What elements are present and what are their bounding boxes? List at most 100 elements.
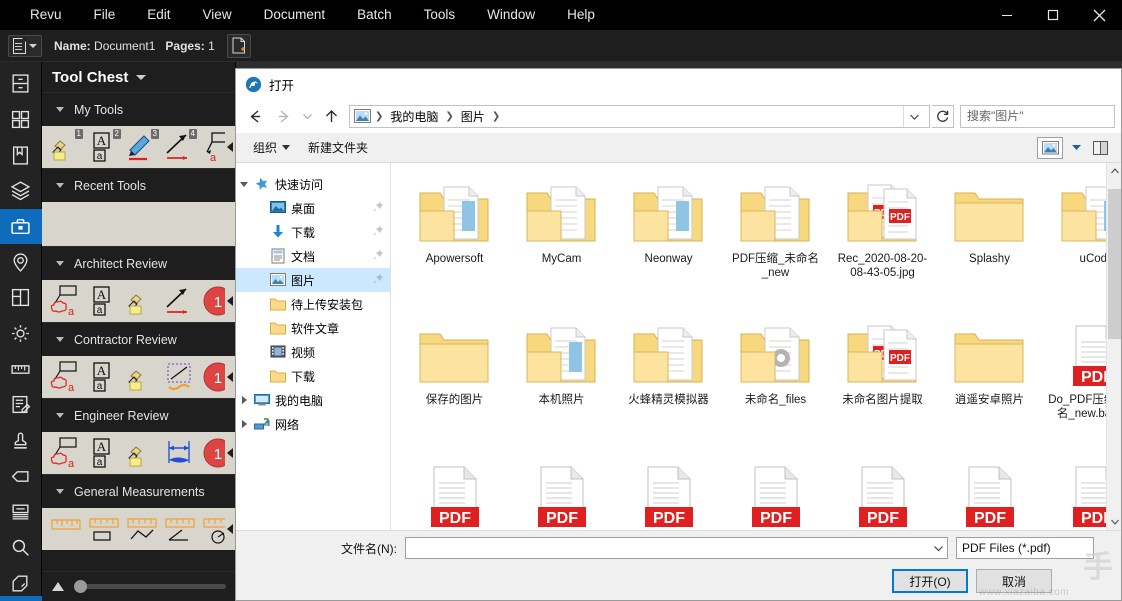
breadcrumb-item-1[interactable]: 图片	[458, 108, 488, 125]
tree-node-3[interactable]: 文档	[236, 244, 390, 268]
tool-cloud-callout-tool[interactable]: a	[48, 358, 84, 396]
file-item[interactable]: 逍遥安卓照片	[936, 316, 1043, 457]
tool-pen-tool[interactable]: 3	[124, 128, 160, 166]
tool-arrow-tool[interactable]	[162, 282, 198, 320]
tool-group-row-1[interactable]	[42, 202, 235, 246]
scroll-down-button[interactable]	[1107, 514, 1121, 530]
rail-batch-icon[interactable]	[0, 494, 42, 530]
pin-icon[interactable]	[373, 273, 384, 287]
tree-chevron[interactable]	[236, 420, 252, 428]
file-item[interactable]: 保存的图片	[401, 316, 508, 457]
back-button[interactable]	[242, 103, 268, 129]
search-box[interactable]	[960, 104, 1115, 128]
tool-measure-area-tool[interactable]	[86, 510, 122, 548]
search-input[interactable]	[967, 109, 1108, 123]
file-item[interactable]: PDF	[508, 457, 615, 530]
menu-item-batch[interactable]: Batch	[341, 0, 408, 30]
file-item[interactable]: Neonway	[615, 175, 722, 316]
open-button[interactable]: 打开(O)	[892, 569, 968, 593]
file-item[interactable]: Apowersoft	[401, 175, 508, 316]
view-mode-button[interactable]	[1037, 136, 1063, 159]
tool-text-box-tool[interactable]: Aa	[86, 434, 122, 472]
tree-node-10[interactable]: 网络	[236, 412, 390, 436]
file-item[interactable]: PDFPDF Rec_2020-08-20-08-43-05.jpg	[829, 175, 936, 316]
tool-highlighter-tool[interactable]	[124, 358, 160, 396]
menu-item-file[interactable]: File	[78, 0, 132, 30]
tool-measure-perimeter-tool[interactable]	[124, 510, 160, 548]
tool-cloud-callout-tool[interactable]: a	[48, 434, 84, 472]
tool-group-row-0[interactable]: 1Aa234a5	[42, 126, 235, 168]
rail-gear-icon[interactable]	[0, 316, 42, 352]
file-item[interactable]: PDF	[829, 457, 936, 530]
tool-group-row-4[interactable]: aAa11	[42, 432, 235, 474]
tool-row-overflow-button[interactable]	[225, 508, 235, 550]
file-item[interactable]: PDF	[615, 457, 722, 530]
menu-item-tools[interactable]: Tools	[408, 0, 472, 30]
tool-text-box-tool[interactable]: Aa 2	[86, 128, 122, 166]
history-dropdown-button[interactable]	[298, 103, 316, 129]
file-item[interactable]: 本机照片	[508, 316, 615, 457]
tool-text-box-tool[interactable]: Aa	[86, 282, 122, 320]
file-item[interactable]: MyCam	[508, 175, 615, 316]
tool-row-overflow-button[interactable]	[225, 432, 235, 474]
tool-size-slider[interactable]	[74, 580, 226, 593]
pin-icon[interactable]	[373, 225, 384, 239]
tool-group-header-0[interactable]: My Tools	[42, 92, 235, 126]
file-type-filter[interactable]: PDF Files (*.pdf)	[956, 537, 1094, 559]
tree-node-0[interactable]: 快速访问	[236, 172, 390, 196]
document-dropdown-button[interactable]	[8, 34, 42, 57]
tool-arrow-tool[interactable]: 4	[162, 128, 198, 166]
file-item[interactable]: 火蜂精灵模拟器	[615, 316, 722, 457]
cancel-button[interactable]: 取消	[976, 569, 1052, 593]
tool-dimension-tool[interactable]	[162, 434, 198, 472]
tool-row-overflow-button[interactable]	[225, 356, 235, 398]
view-mode-dropdown[interactable]	[1067, 137, 1085, 159]
file-list-pane[interactable]: ApowersoftMyCamNeonwayPDF压缩_未命名_newPDFPD…	[391, 163, 1121, 530]
tool-highlighter-tool[interactable]	[124, 282, 160, 320]
close-button[interactable]	[1076, 0, 1122, 30]
slider-thumb[interactable]	[74, 580, 87, 593]
rail-tool-chest-icon[interactable]	[0, 208, 42, 245]
up-button[interactable]	[318, 103, 344, 129]
file-item[interactable]: PDF	[722, 457, 829, 530]
rail-location-pin-icon[interactable]	[0, 244, 42, 280]
file-item[interactable]: 未命名_files	[722, 316, 829, 457]
rail-sections-icon[interactable]	[0, 280, 42, 316]
tree-node-4[interactable]: 图片	[236, 268, 390, 292]
tool-group-header-2[interactable]: Architect Review	[42, 246, 235, 280]
tool-highlighter-tool[interactable]	[124, 434, 160, 472]
maximize-button[interactable]	[1030, 0, 1076, 30]
tree-node-5[interactable]: 待上传安装包	[236, 292, 390, 316]
tool-measure-length-tool[interactable]	[48, 510, 84, 548]
tool-group-row-2[interactable]: aAa11	[42, 280, 235, 322]
tool-row-overflow-button[interactable]	[225, 280, 235, 322]
address-bar[interactable]: ❯ 我的电脑 ❯ 图片 ❯	[349, 104, 930, 128]
tree-node-9[interactable]: 我的电脑	[236, 388, 390, 412]
forward-button[interactable]	[270, 103, 296, 129]
menu-item-window[interactable]: Window	[471, 0, 551, 30]
breadcrumb-item-0[interactable]: 我的电脑	[387, 108, 441, 125]
address-dropdown-button[interactable]	[903, 105, 925, 127]
menu-item-revu[interactable]: Revu	[14, 0, 78, 30]
tool-text-box-tool[interactable]: Aa	[86, 358, 122, 396]
rail-bookmarks-icon[interactable]	[0, 137, 42, 173]
filename-input[interactable]	[406, 538, 929, 558]
tool-cloud-callout-tool[interactable]: a	[48, 282, 84, 320]
organize-button[interactable]: 组织	[246, 136, 297, 159]
tool-check-box-tool[interactable]	[162, 358, 198, 396]
tool-chest-header[interactable]: Tool Chest	[42, 62, 235, 92]
rail-tag-icon[interactable]	[0, 458, 42, 494]
file-list-scrollbar[interactable]	[1106, 163, 1121, 530]
tree-node-2[interactable]: 下载	[236, 220, 390, 244]
file-item[interactable]: PDF	[936, 457, 1043, 530]
tool-group-header-1[interactable]: Recent Tools	[42, 168, 235, 202]
rail-markups-list-icon[interactable]	[0, 387, 42, 423]
rail-layers-icon[interactable]	[0, 173, 42, 209]
refresh-button[interactable]	[932, 104, 954, 128]
menu-item-help[interactable]: Help	[551, 0, 611, 30]
new-document-button[interactable]	[226, 33, 251, 58]
new-folder-button[interactable]: 新建文件夹	[301, 136, 375, 159]
rail-ruler-icon[interactable]	[0, 351, 42, 387]
tool-row-overflow-button[interactable]	[225, 126, 235, 168]
file-item[interactable]: PDF压缩_未命名_new	[722, 175, 829, 316]
